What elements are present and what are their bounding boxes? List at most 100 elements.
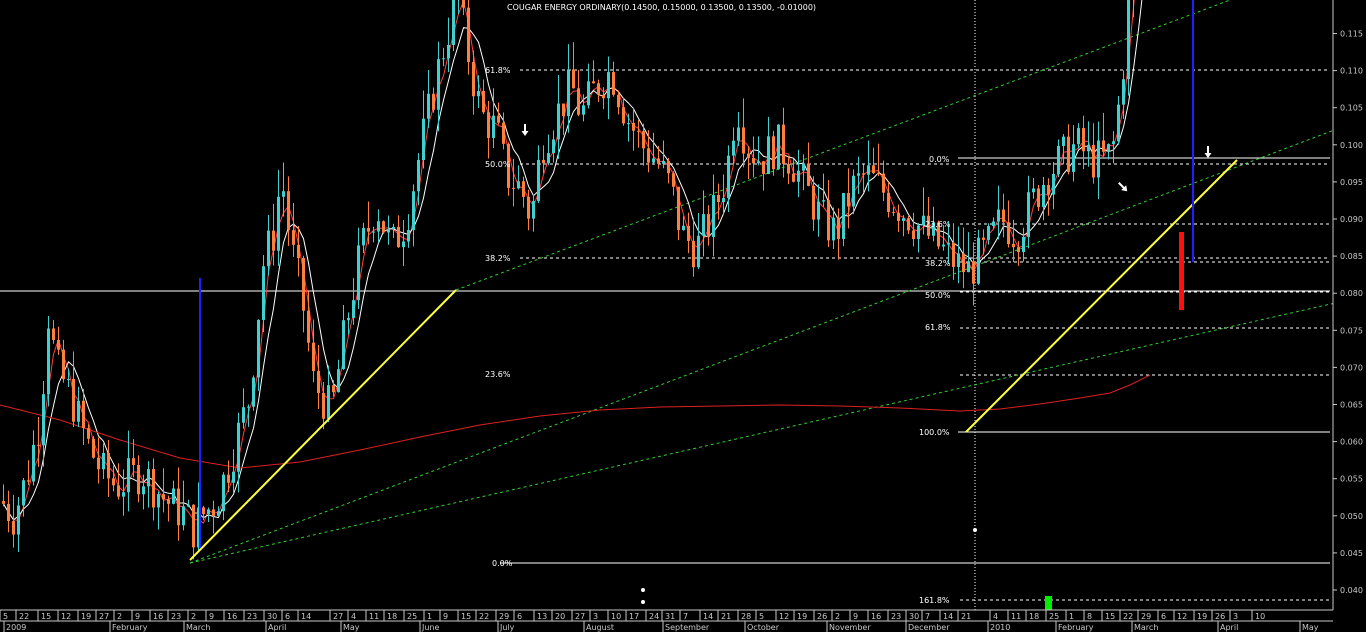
candle-body [462, 0, 465, 8]
candle-body [397, 226, 400, 248]
candle-body [87, 428, 90, 439]
candle-body [92, 438, 95, 458]
candle-body [1087, 144, 1090, 152]
day-tick-label: 3 [593, 612, 598, 621]
candle-body [637, 130, 640, 132]
candle-body [102, 452, 105, 470]
candle-body [1042, 184, 1045, 208]
candle-body [952, 242, 955, 268]
candle-body [797, 170, 800, 182]
candle-body [1062, 136, 1065, 146]
candle-body [187, 504, 190, 507]
candle-body [992, 221, 995, 227]
day-tick-label: 23 [891, 612, 901, 621]
day-tick-label: 30 [909, 612, 919, 621]
candle-body [502, 122, 505, 144]
candle-body [1067, 136, 1070, 172]
day-tick-label: 27 [575, 612, 585, 621]
day-tick-label: 21 [721, 612, 731, 621]
candle-body [722, 198, 725, 203]
candle-body [1057, 145, 1060, 174]
candle-body [527, 196, 530, 219]
candle-body [132, 458, 135, 466]
day-tick-label: 4 [351, 612, 356, 621]
candle-body [1002, 209, 1005, 223]
candle-body [742, 127, 745, 154]
candle-body [692, 240, 695, 268]
day-tick-label: 28 [741, 612, 751, 621]
candle-body [657, 158, 660, 164]
candle-body [972, 261, 975, 284]
candle-body [562, 103, 565, 117]
month-tick-label: August [586, 623, 614, 632]
candle-body [737, 127, 740, 141]
price-tick-label: 0.060 [1340, 438, 1363, 447]
candle-body [1032, 188, 1035, 193]
candle-body [297, 244, 300, 259]
fib-left-0-0: 0.0% [492, 559, 513, 568]
candle-body [37, 444, 40, 446]
candle-body [492, 115, 495, 139]
candle-body [1117, 104, 1120, 142]
day-tick-label: 25 [1049, 612, 1059, 621]
white-dot-0 [973, 528, 977, 532]
candle-body [577, 88, 580, 115]
day-tick-label: 1 [427, 612, 432, 621]
day-tick-label: 2 [835, 612, 840, 621]
candle-body [782, 124, 785, 164]
candle-body [747, 153, 750, 158]
fib-right-50-0: 50.0% [925, 291, 951, 300]
candle-body [752, 157, 755, 164]
candle-body [652, 158, 655, 163]
candle-body [262, 266, 265, 320]
day-tick-label: 26 [1215, 612, 1225, 621]
month-tick-label: May [343, 623, 360, 632]
fib-left-38-2: 38.2% [485, 254, 511, 263]
month-tick-label: May [1302, 623, 1319, 632]
day-tick-label: 12 [1177, 612, 1187, 621]
candle-body [777, 124, 780, 170]
candle-body [902, 218, 905, 221]
candle-body [152, 469, 155, 508]
candle-body [832, 217, 835, 241]
day-tick-label: 20 [555, 612, 565, 621]
candle-body [437, 59, 440, 110]
day-tick-label: 8 [1087, 612, 1092, 621]
fib-left-23-6: 23.6% [485, 370, 511, 379]
candle-body [757, 161, 760, 164]
fib-right-161-8: 161.8% [919, 596, 950, 605]
day-tick-label: 9 [853, 612, 858, 621]
candle-body [1037, 188, 1040, 208]
candle-body [917, 225, 920, 240]
candle-body [287, 191, 290, 231]
candle-body [472, 62, 475, 97]
month-tick-label: 2009 [6, 623, 26, 632]
candle-body [232, 471, 235, 483]
candle-body [122, 492, 125, 497]
candle-body [517, 181, 520, 189]
candle-body [362, 228, 365, 246]
day-tick-label: 30 [267, 612, 277, 621]
candle-body [162, 494, 165, 500]
candle-body [307, 310, 310, 343]
red-projection-bar [1179, 232, 1184, 310]
candle-body [1052, 173, 1055, 195]
candle-body [592, 81, 595, 84]
candle-body [1007, 222, 1010, 244]
white-dot-2 [641, 600, 645, 604]
price-tick-label: 0.050 [1340, 512, 1363, 521]
candle-body [377, 221, 380, 232]
candle-body [227, 474, 230, 483]
candle-body [942, 244, 945, 247]
candle-body [792, 173, 795, 182]
price-tick-label: 0.080 [1340, 289, 1363, 298]
candle-body [827, 200, 830, 241]
candle-body [332, 385, 335, 393]
month-tick-label: April [1220, 623, 1238, 632]
candle-body [392, 226, 395, 230]
month-tick-label: April [268, 623, 286, 632]
candle-body [672, 173, 675, 187]
candle-body [512, 187, 515, 189]
candle-body [272, 230, 275, 251]
day-tick-label: 4 [993, 612, 998, 621]
